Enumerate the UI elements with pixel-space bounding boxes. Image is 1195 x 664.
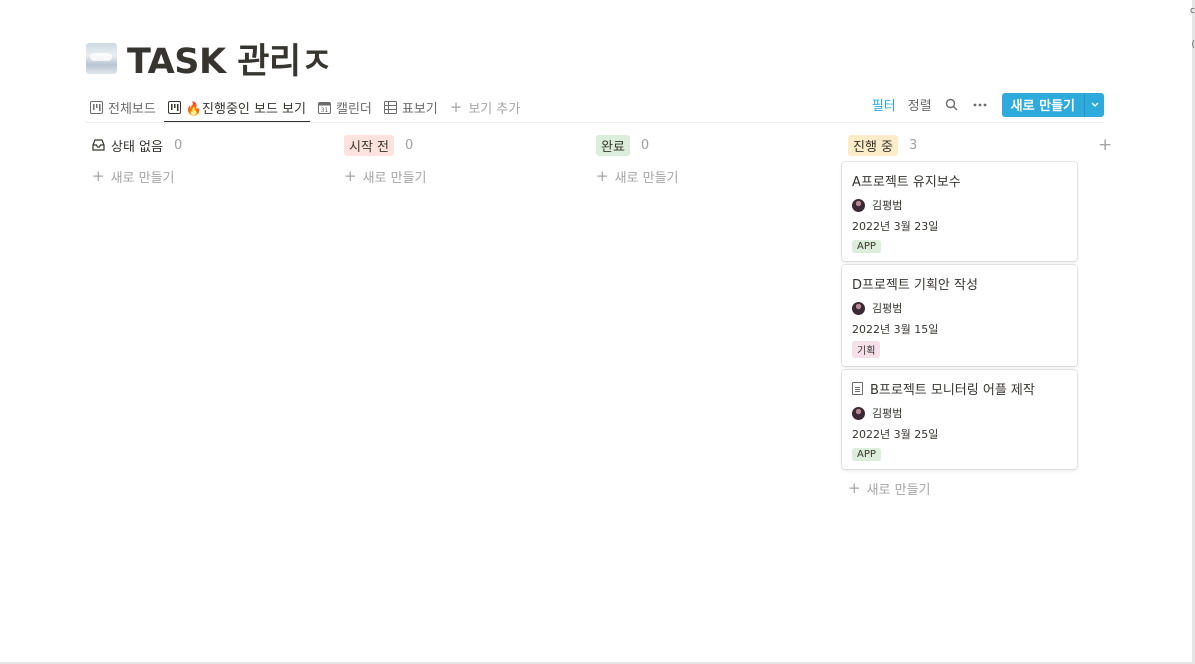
cloud-icon[interactable] (86, 42, 117, 74)
board-toolbar: 필터 정렬 새로 만들기 (860, 92, 1104, 117)
add-group-button[interactable]: + (1098, 135, 1112, 155)
new-item-button-group: 새로 만들기 (1001, 92, 1104, 117)
new-item-button[interactable]: 새로 만들기 (1001, 92, 1084, 117)
header-divider (86, 122, 1104, 123)
card-title: B프로젝트 모니터링 어플 제작 (870, 382, 1035, 398)
tab-calendar[interactable]: 31 캘린더 (314, 92, 376, 122)
search-icon[interactable] (944, 97, 960, 113)
card-title: A프로젝트 유지보수 (852, 174, 961, 190)
column-title: 상태 없음 (92, 136, 163, 155)
board-card[interactable]: D프로젝트 기획안 작성 김평범 2022년 3월 15일 기획 (842, 265, 1077, 366)
column-count: 0 (405, 137, 414, 153)
add-view-button[interactable]: + 보기 추가 (446, 92, 525, 122)
add-card-label: 새로 만들기 (362, 170, 427, 186)
calendar-icon: 31 (317, 101, 331, 114)
tab-label: 캘린더 (335, 101, 372, 117)
board-column-no-status: 상태 없음 0 + 새로 만들기 (86, 134, 322, 187)
add-card-label: 새로 만들기 (866, 482, 931, 498)
add-view-label: 보기 추가 (468, 101, 521, 117)
page-title[interactable]: TASK 관리ㅈ (127, 33, 333, 84)
tab-label: 🔥진행중인 보드 보기 (185, 101, 306, 117)
column-count: 3 (909, 137, 918, 153)
column-count: 0 (173, 137, 183, 153)
plus-icon: + (92, 167, 105, 185)
column-label: 완료 (596, 134, 630, 156)
column-header[interactable]: 상태 없음 0 (86, 134, 322, 156)
column-label: 시작 전 (344, 134, 395, 156)
add-card-button[interactable]: + 새로 만들기 (86, 165, 322, 187)
filter-button[interactable]: 필터 (872, 95, 896, 114)
column-count: 0 (640, 137, 650, 153)
board-icon (90, 100, 103, 114)
chevron-down-icon[interactable] (1084, 92, 1104, 117)
plus-icon: + (449, 98, 463, 116)
tab-label: 표보기 (401, 101, 438, 117)
tab-label: 전체보드 (108, 101, 156, 117)
avatar (852, 198, 865, 212)
board-column-done: 완료 0 + 새로 만들기 (590, 134, 826, 187)
card-date: 2022년 3월 25일 (852, 428, 939, 441)
frame-glyph-top: c (1190, 6, 1195, 16)
tab-all-board[interactable]: 전체보드 (86, 92, 160, 122)
board-icon (167, 100, 181, 114)
board-column-not-started: 시작 전 0 + 새로 만들기 (338, 134, 574, 187)
assignee-name: 김평범 (872, 302, 903, 315)
card-assignee: 김평범 (852, 299, 1067, 317)
svg-text:31: 31 (321, 107, 329, 114)
page-header: TASK 관리ㅈ (86, 36, 333, 82)
avatar (852, 301, 865, 315)
assignee-name: 김평범 (872, 199, 903, 212)
card-title-row: B프로젝트 모니터링 어플 제작 (852, 378, 1067, 398)
document-icon (852, 381, 863, 395)
card-title: D프로젝트 기획안 작성 (852, 277, 978, 293)
tab-in-progress-board[interactable]: 🔥진행중인 보드 보기 (163, 92, 311, 123)
column-header[interactable]: 시작 전 0 (338, 134, 574, 156)
board-card[interactable]: B프로젝트 모니터링 어플 제작 김평범 2022년 3월 25일 APP (842, 370, 1077, 469)
add-card-button[interactable]: + 새로 만들기 (338, 165, 574, 187)
add-card-button[interactable]: + 새로 만들기 (842, 477, 1078, 499)
card-tag: APP (852, 448, 881, 461)
card-assignee: 김평범 (852, 404, 1067, 422)
add-card-label: 새로 만들기 (110, 170, 175, 186)
plus-icon: + (848, 479, 861, 497)
board-column-in-progress: 진행 중 3 A프로젝트 유지보수 김평범 2022년 3월 23일 APP D… (842, 134, 1078, 499)
card-date: 2022년 3월 23일 (852, 220, 939, 233)
card-date: 2022년 3월 15일 (852, 323, 939, 336)
tab-table[interactable]: 표보기 (380, 92, 442, 122)
view-tabs: 전체보드 🔥진행중인 보드 보기 31 캘린더 표보기 + 보기 추가 (86, 92, 528, 123)
more-options-icon[interactable] (972, 97, 988, 113)
plus-icon: + (344, 167, 357, 185)
card-list: A프로젝트 유지보수 김평범 2022년 3월 23일 APP D프로젝트 기획… (842, 162, 1078, 469)
card-tag: 기획 (852, 341, 881, 358)
frame-glyph-bottom: ( (1191, 40, 1195, 50)
card-assignee: 김평범 (852, 196, 1067, 214)
table-icon (383, 100, 397, 114)
add-card-button[interactable]: + 새로 만들기 (590, 165, 826, 187)
column-header[interactable]: 완료 0 (590, 134, 826, 156)
board-card[interactable]: A프로젝트 유지보수 김평범 2022년 3월 23일 APP (842, 162, 1077, 261)
sort-button[interactable]: 정렬 (908, 95, 932, 114)
column-label: 상태 없음 (111, 139, 163, 155)
card-tag: APP (852, 240, 881, 253)
avatar (852, 406, 865, 420)
plus-icon: + (596, 167, 609, 185)
column-label: 진행 중 (848, 134, 899, 156)
assignee-name: 김평범 (872, 407, 903, 420)
column-header[interactable]: 진행 중 3 (842, 134, 1078, 156)
add-card-label: 새로 만들기 (614, 170, 679, 186)
inbox-icon (92, 139, 105, 151)
